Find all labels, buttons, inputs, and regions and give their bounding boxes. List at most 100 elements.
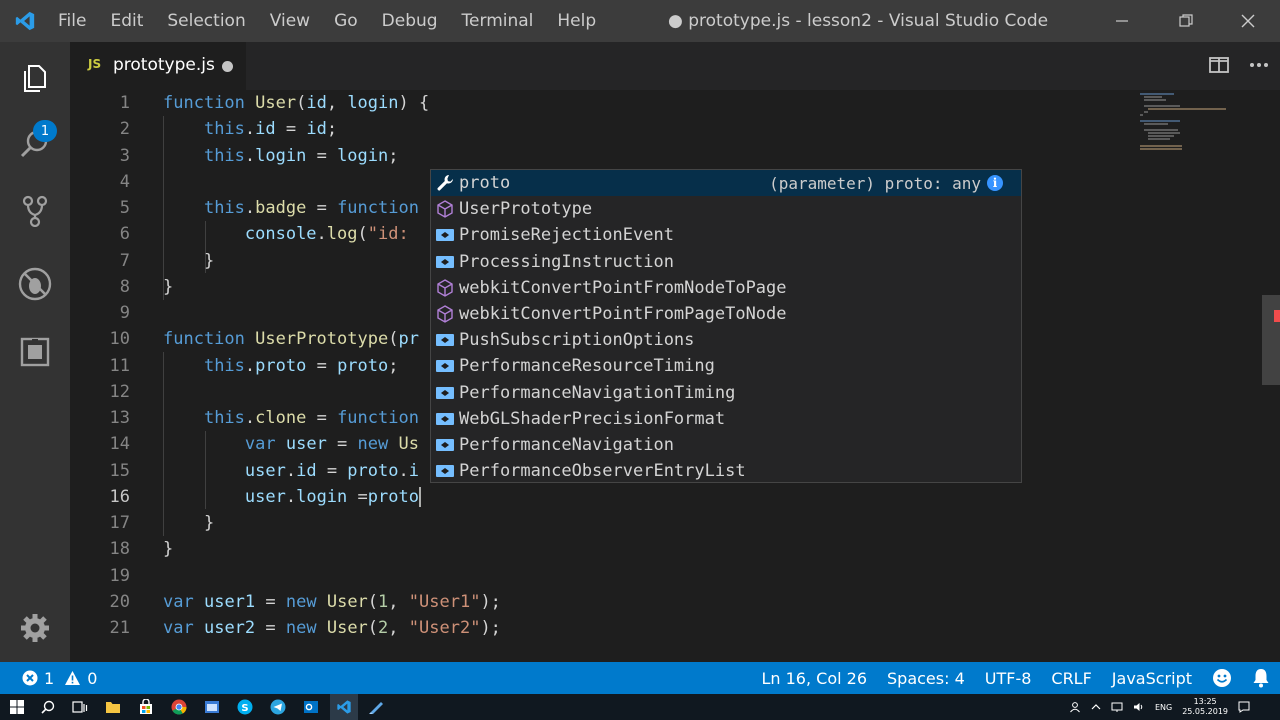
notifications-button[interactable] [1242,668,1280,689]
suggestion-item[interactable]: webkitConvertPointFromNodeToPage [431,275,1021,301]
store-icon [140,699,152,714]
line-number: 5 [119,198,130,218]
line-number: 17 [109,513,130,533]
class-icon [431,406,459,432]
code-line-active: user.login =proto [244,486,421,507]
suggestion-item[interactable]: PromiseRejectionEvent [431,222,1021,248]
explorer-button[interactable] [11,54,59,102]
suggestion-label: proto [459,173,511,194]
feedback-button[interactable] [1202,668,1242,689]
line-number: 15 [109,460,130,481]
tab-prototype-js[interactable]: JS prototype.js [70,42,246,90]
unsaved-dot-icon[interactable] [222,61,233,72]
vertical-scrollbar-thumb[interactable] [1262,295,1280,385]
suggestion-item[interactable]: PushSubscriptionOptions [431,327,1021,353]
taskbar-outlook[interactable] [302,698,320,716]
suggestion-item[interactable]: PerformanceNavigationTiming [431,380,1021,406]
action-center-icon[interactable] [1238,701,1250,713]
code-line: var user2 = new User(2, "User2"); [163,618,501,638]
clock[interactable]: 13:25 25.05.2019 [1182,697,1228,717]
taskbar-app[interactable] [203,698,221,716]
javascript-file-icon: JS [88,57,102,71]
code-line: this.login = login; [203,145,399,166]
close-button[interactable] [1216,0,1280,42]
encoding[interactable]: UTF-8 [975,669,1042,688]
taskbar-skype[interactable]: S [236,698,254,716]
line-number: 1 [119,93,130,113]
suggestion-label: webkitConvertPointFromNodeToPage [459,277,787,298]
os-taskbar: S ENG 13:25 25.05.2019 [0,694,1280,720]
menu-terminal[interactable]: Terminal [450,0,546,42]
line-endings[interactable]: CRLF [1041,669,1101,688]
info-icon[interactable]: i [987,175,1003,192]
menu-view[interactable]: View [258,0,322,42]
taskbar-chrome[interactable] [170,698,188,716]
menu-go[interactable]: Go [322,0,370,42]
task-view-button[interactable] [71,698,89,716]
windows-start-button[interactable] [8,698,26,716]
line-number: 8 [119,276,130,297]
error-icon [22,670,38,686]
menu-help[interactable]: Help [545,0,608,42]
line-number: 12 [109,381,130,402]
suggestion-item[interactable]: UserPrototype [431,196,1021,222]
cursor-position[interactable]: Ln 16, Col 26 [751,669,877,688]
debug-button[interactable] [11,260,59,308]
close-icon [1241,14,1255,28]
windows-logo-icon [10,700,24,714]
line-number: 2 [119,119,130,140]
editor-actions [1208,54,1270,76]
title-bar: File Edit Selection View Go Debug Termin… [0,0,1280,42]
taskbar-file-explorer[interactable] [104,698,122,716]
taskbar-search-button[interactable] [39,698,57,716]
line-number: 18 [109,539,130,560]
suggestion-item[interactable]: PerformanceNavigation [431,432,1021,458]
extensions-button[interactable] [11,328,59,376]
skype-icon: S [237,699,253,715]
chevron-up-icon[interactable] [1091,702,1101,712]
suggest-widget[interactable]: proto (parameter) proto: any i UserProto… [430,169,1022,483]
wrench-icon [431,170,459,196]
input-language[interactable]: ENG [1155,703,1172,712]
suggestion-item[interactable]: ProcessingInstruction [431,249,1021,275]
code-line: function User(id, login) { [163,93,430,113]
source-control-icon [22,195,48,227]
code-line: } [163,513,215,533]
manage-button[interactable] [11,604,59,652]
restore-button[interactable] [1154,0,1218,42]
tab-label: prototype.js [113,55,215,75]
menu-selection[interactable]: Selection [155,0,257,42]
menu-debug[interactable]: Debug [370,0,450,42]
cube-icon [431,196,459,222]
taskbar-app-2[interactable] [367,698,385,716]
taskbar-vscode[interactable] [335,698,353,716]
menu-edit[interactable]: Edit [98,0,155,42]
problems-indicator[interactable]: 1 0 [22,662,97,694]
suggestion-item[interactable]: webkitConvertPointFromPageToNode [431,301,1021,327]
class-icon [431,327,459,353]
line-number: 14 [109,434,130,455]
people-icon[interactable] [1069,701,1081,713]
suggestion-item[interactable]: PerformanceObserverEntryList [431,458,1021,484]
indentation[interactable]: Spaces: 4 [877,669,975,688]
source-control-button[interactable] [11,187,59,235]
files-icon [24,65,46,92]
minimize-button[interactable] [1090,0,1154,42]
line-number: 6 [119,224,130,245]
taskbar-telegram[interactable] [269,698,287,716]
more-actions-icon[interactable] [1248,54,1270,76]
minimap[interactable] [1140,92,1230,152]
code-line: var user1 = new User(1, "User1"); [163,591,501,612]
suggestion-item-selected[interactable]: proto (parameter) proto: any i [431,170,1021,197]
menu-file[interactable]: File [46,0,98,42]
suggestion-item[interactable]: PerformanceResourceTiming [431,353,1021,379]
network-icon[interactable] [1111,701,1123,713]
volume-icon[interactable] [1133,701,1145,713]
taskbar-store[interactable] [137,698,155,716]
cube-icon [431,275,459,301]
language-mode[interactable]: JavaScript [1102,669,1202,688]
split-editor-icon[interactable] [1208,54,1230,76]
code-line: this.id = id; [203,119,338,140]
suggestion-item[interactable]: WebGLShaderPrecisionFormat [431,406,1021,432]
line-number: 13 [109,408,130,428]
